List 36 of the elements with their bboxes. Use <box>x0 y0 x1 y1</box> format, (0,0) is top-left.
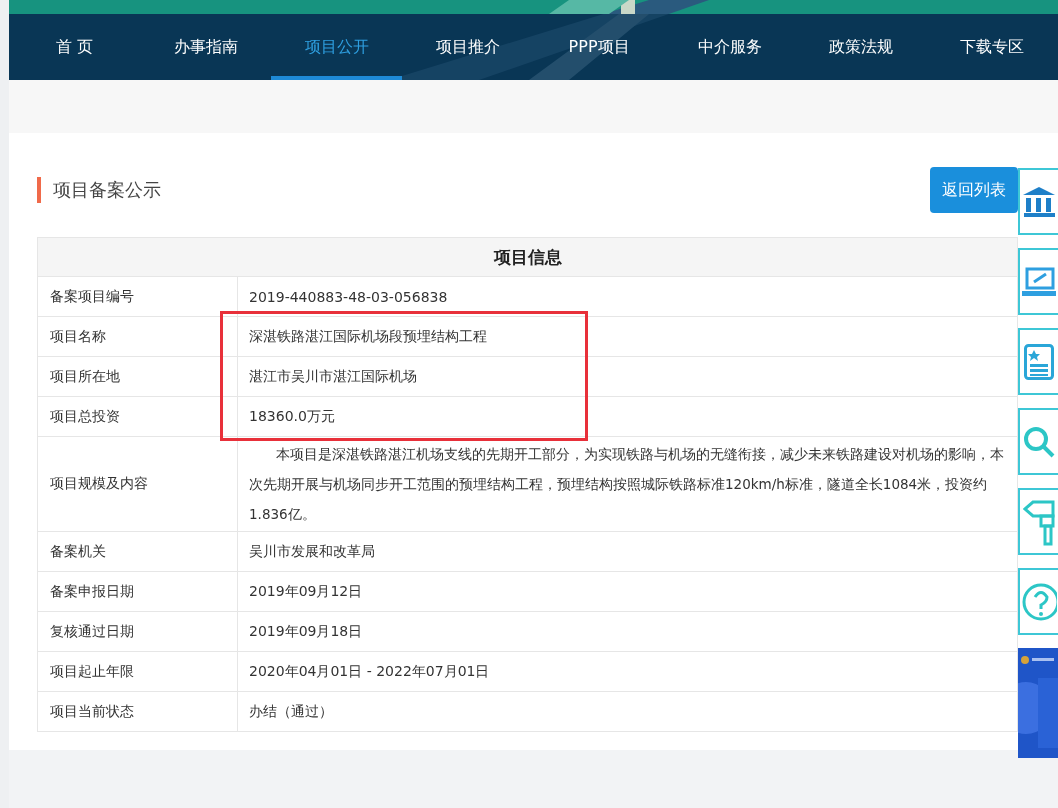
table-cell: 项目总投资 <box>38 397 238 436</box>
nav-tab[interactable]: 政策法规 <box>795 14 927 80</box>
table-cell: 备案机关 <box>38 532 238 571</box>
table-cell-text: 办结（通过） <box>248 701 334 721</box>
table-cell: 项目所在地 <box>38 357 238 396</box>
back-button[interactable]: 返回列表 <box>930 167 1018 213</box>
laptop-icon[interactable] <box>1022 266 1056 297</box>
table-cell-text: 深湛铁路湛江国际机场段预埋结构工程 <box>248 326 488 346</box>
table-cell: 项目起止年限 <box>38 652 238 691</box>
table-cell-text: 本项目是深湛铁路湛江机场支线的先期开工部分，为实现铁路与机场的无缝衔接，减少未来铁路建设对机场的影响，本次先期开展与机场同步开工范围的预埋结构工程，预埋结构按照城际铁路标准120km/h标准，隧道全长1084米，投资约1.836亿。 <box>248 445 1005 524</box>
table-cell-text: 2019-440883-48-03-056838 <box>248 287 449 307</box>
nav-tab[interactable]: 首 页 <box>9 14 141 80</box>
table-cell-text: 18360.0万元 <box>248 406 336 426</box>
nav-tab[interactable]: PPP项目 <box>533 14 665 80</box>
help-icon[interactable] <box>1021 581 1057 622</box>
table-cell: 项目名称 <box>38 317 238 356</box>
table-cell: 项目规模及内容 <box>38 437 238 531</box>
search-icon[interactable] <box>1023 425 1055 458</box>
nav-tab[interactable]: 下载专区 <box>926 14 1058 80</box>
nav-tab[interactable]: 办事指南 <box>140 14 272 80</box>
table-cell: 项目当前状态 <box>38 692 238 731</box>
table-cell-text: 湛江市吴川市湛江国际机场 <box>248 366 418 386</box>
table-cell: 复核通过日期 <box>38 612 238 651</box>
table-cell-text: 2019年09月12日 <box>248 581 364 601</box>
table-cell-text: 吴川市发展和改革局 <box>248 541 376 561</box>
table-title: 项目信息 <box>38 238 1017 277</box>
table-cell: 备案项目编号 <box>38 277 238 316</box>
list-icon[interactable] <box>1024 343 1054 380</box>
table-cell-text: 2020年04月01日 - 2022年07月01日 <box>248 661 491 681</box>
nav-tab[interactable]: 项目推介 <box>402 14 534 80</box>
title-marker <box>37 177 41 203</box>
section-title: 项目备案公示 <box>53 178 161 202</box>
table-cell-text: 2019年09月18日 <box>248 621 364 641</box>
bank-icon[interactable] <box>1022 184 1056 219</box>
table-cell: 备案申报日期 <box>38 572 238 611</box>
nav-tab[interactable]: 中介服务 <box>664 14 796 80</box>
